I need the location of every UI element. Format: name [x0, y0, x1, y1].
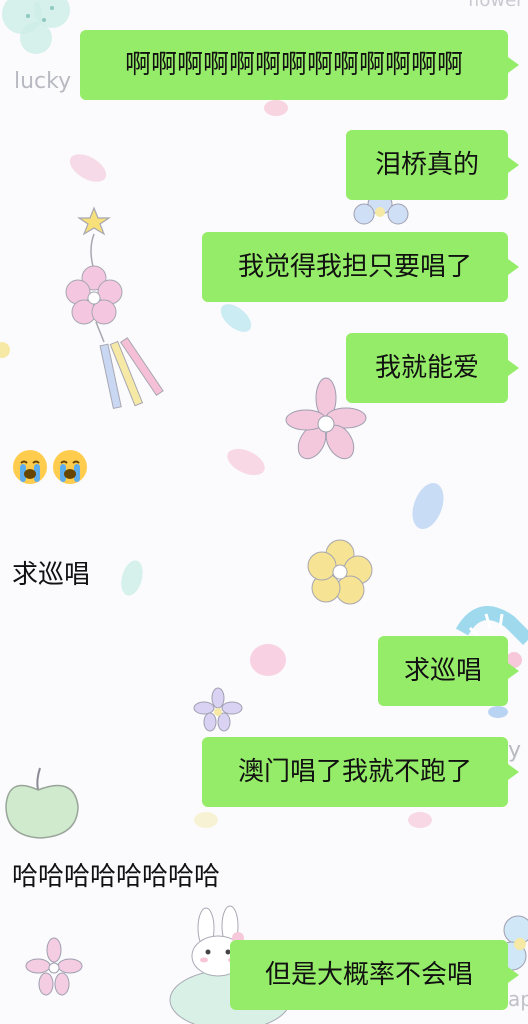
pink-blob: [250, 644, 286, 676]
outgoing-message[interactable]: 我就能爱: [346, 333, 519, 403]
pink-blob: [264, 100, 288, 116]
lilac-flower-decoration: [193, 687, 243, 732]
mint-clover-decoration: [2, 0, 70, 54]
outgoing-message[interactable]: 我觉得我担只要唱了: [202, 232, 519, 302]
pink-small-flower-decoration: [25, 937, 83, 996]
chat-area[interactable]: lucky flower y ap 啊啊啊啊啊啊啊啊啊啊啊啊啊 泪桥真的 我觉得…: [0, 0, 528, 1024]
blue-blob: [412, 482, 444, 530]
pink-blob: [408, 812, 432, 828]
incoming-message[interactable]: 求巡唱: [12, 554, 90, 591]
loudly-crying-face-icon: [13, 450, 47, 484]
watermark-ap: ap: [508, 987, 528, 1011]
outgoing-message[interactable]: 泪桥真的: [346, 130, 519, 200]
yellow-flower-decoration: [307, 539, 373, 605]
green-apple-decoration: [5, 767, 79, 839]
outgoing-message[interactable]: 澳门唱了我就不跑了: [202, 737, 519, 807]
watermark-lucky: lucky: [14, 69, 71, 94]
pink-blob: [69, 154, 107, 182]
yellow-blob: [194, 812, 218, 828]
outgoing-message[interactable]: 求巡唱: [378, 636, 519, 706]
watermark-y: y: [508, 738, 521, 763]
loudly-crying-face-icon: [53, 450, 87, 484]
watermark-flower: flower: [468, 0, 524, 11]
outgoing-message[interactable]: 但是大概率不会唱: [230, 940, 519, 1010]
blue-blob: [220, 304, 252, 332]
pink-blob: [227, 448, 265, 476]
outgoing-message[interactable]: 啊啊啊啊啊啊啊啊啊啊啊啊啊: [80, 30, 519, 100]
partial-flower-decoration: [0, 342, 10, 358]
incoming-emoji-message[interactable]: [12, 449, 88, 485]
mint-blob: [121, 560, 143, 596]
star-flower-charm-decoration: [65, 206, 164, 410]
incoming-message[interactable]: 哈哈哈哈哈哈哈哈: [12, 856, 220, 893]
